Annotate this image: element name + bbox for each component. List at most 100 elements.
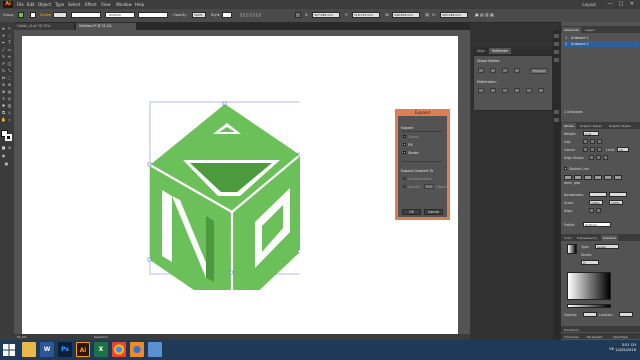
- artboard-tool-icon[interactable]: ⧉: [1, 110, 6, 115]
- trim-button[interactable]: [490, 88, 496, 93]
- firefox-icon[interactable]: [130, 342, 144, 357]
- arrange-icons[interactable]: ▣ ▤ ▥ ▦: [475, 12, 515, 18]
- tab-align[interactable]: Align: [474, 48, 488, 54]
- divide-button[interactable]: [478, 88, 484, 93]
- close-button[interactable]: ✕: [627, 1, 637, 8]
- width-tool-icon[interactable]: ⋈: [1, 75, 6, 80]
- menu-type[interactable]: Type: [55, 2, 64, 7]
- end-arrowhead-dropdown[interactable]: [609, 192, 627, 197]
- direct-selection-tool-icon[interactable]: ↖: [7, 26, 12, 31]
- specify-objects-field[interactable]: 255: [424, 184, 434, 189]
- cancel-button[interactable]: Cancel: [424, 209, 443, 215]
- menu-effect[interactable]: Effect: [85, 2, 97, 7]
- tab-artboards[interactable]: Artboards: [562, 27, 581, 33]
- word-icon[interactable]: W: [40, 342, 54, 357]
- gradient-angle-field[interactable]: 0°: [581, 260, 599, 265]
- gradient-location-field[interactable]: [619, 312, 633, 317]
- arrow-align-2-button[interactable]: [596, 208, 601, 213]
- h-field[interactable]: 205.228 mm: [440, 12, 468, 18]
- draw-mode-icon[interactable]: ◉: [1, 153, 6, 158]
- illustrator-icon[interactable]: Ai: [76, 342, 90, 357]
- opacity-label[interactable]: Opacity: [173, 13, 186, 17]
- menu-object[interactable]: Object: [38, 2, 51, 7]
- eyedropper-tool-icon[interactable]: ⌽: [1, 96, 6, 101]
- screen-mode-icon[interactable]: ▣: [4, 161, 9, 166]
- mesh-tool-icon[interactable]: ⊠: [1, 89, 6, 94]
- gap-2-field[interactable]: [594, 175, 602, 180]
- symbols-panel-icon[interactable]: [554, 58, 559, 62]
- zoom-tool-icon[interactable]: ⌕: [7, 117, 12, 122]
- input-language[interactable]: VK: [609, 347, 614, 351]
- graphic-style-swatch[interactable]: [222, 12, 232, 18]
- tab-layers[interactable]: Layers: [583, 27, 597, 33]
- fill-checkbox[interactable]: ✓: [403, 143, 407, 147]
- transform-reference-icon[interactable]: [295, 12, 301, 18]
- zoom-level[interactable]: 51.2%: [17, 335, 27, 339]
- menu-window[interactable]: Window: [116, 2, 132, 7]
- anchor-point[interactable]: [147, 257, 152, 262]
- projecting-cap-button[interactable]: [597, 139, 602, 144]
- hand-tool-icon[interactable]: ✋: [1, 117, 6, 122]
- crop-button[interactable]: [514, 88, 520, 93]
- gradient-swatch[interactable]: [567, 244, 577, 254]
- pencil-tool-icon[interactable]: ✏: [7, 54, 12, 59]
- blob-brush-tool-icon[interactable]: ✐: [1, 61, 6, 66]
- w-field[interactable]: 246.878 mm: [392, 12, 420, 18]
- none-mode-icon[interactable]: ⊘: [7, 145, 12, 150]
- appearance-panel-icon[interactable]: [554, 110, 559, 114]
- menu-edit[interactable]: Edit: [27, 2, 35, 7]
- align-outside-button[interactable]: [603, 155, 608, 160]
- workspace-switcher[interactable]: Layout: [582, 2, 596, 7]
- align-center-button[interactable]: [589, 155, 594, 160]
- anchor-point[interactable]: [147, 162, 152, 167]
- object-checkbox[interactable]: [403, 135, 406, 138]
- menu-file[interactable]: File: [17, 2, 24, 7]
- chrome-icon[interactable]: [112, 342, 126, 357]
- shape-builder-tool-icon[interactable]: ⊕: [1, 82, 6, 87]
- gradient-tool-icon[interactable]: ▤: [7, 89, 12, 94]
- color-panel-icon[interactable]: [554, 34, 559, 38]
- folder-icon[interactable]: [22, 342, 36, 357]
- selection-tool-icon[interactable]: ➤: [1, 26, 6, 31]
- color-mode-icon[interactable]: ■: [1, 145, 6, 150]
- dash-3-field[interactable]: [604, 175, 612, 180]
- minus-back-button[interactable]: [538, 88, 544, 93]
- perspective-grid-tool-icon[interactable]: ⊞: [7, 82, 12, 87]
- menu-view[interactable]: View: [101, 2, 111, 7]
- slice-tool-icon[interactable]: ◇: [7, 110, 12, 115]
- cube-artwork[interactable]: [130, 90, 300, 290]
- system-clock[interactable]: 3:51 CH 12/05/2016: [615, 343, 636, 353]
- miter-join-button[interactable]: [583, 147, 588, 152]
- unite-button[interactable]: [478, 68, 484, 73]
- gradient-preview[interactable]: [567, 272, 611, 300]
- paintbrush-tool-icon[interactable]: ✎: [1, 54, 6, 59]
- anchor-point[interactable]: [297, 249, 300, 254]
- paint-icon[interactable]: [148, 342, 162, 357]
- tab-gradient[interactable]: Gradient: [601, 235, 619, 241]
- free-transform-tool-icon[interactable]: ⬚: [7, 75, 12, 80]
- menu-select[interactable]: Select: [68, 2, 80, 7]
- swatches-panel-icon[interactable]: [554, 42, 559, 46]
- stroke-label[interactable]: Stroke: [40, 13, 51, 17]
- scale-end-field[interactable]: 100%: [609, 200, 623, 205]
- intersect-button[interactable]: [502, 68, 508, 73]
- dash-2-field[interactable]: [584, 175, 592, 180]
- round-join-button[interactable]: [590, 147, 595, 152]
- exclude-button[interactable]: [514, 68, 520, 73]
- merge-button[interactable]: [502, 88, 508, 93]
- gradient-mesh-radio[interactable]: [403, 177, 406, 180]
- stroke-color-box[interactable]: [5, 134, 12, 141]
- minimize-button[interactable]: —: [605, 1, 615, 8]
- scale-tool-icon[interactable]: ⤡: [7, 68, 12, 73]
- pathfinder-expand-button[interactable]: Expand: [530, 68, 548, 74]
- menu-help[interactable]: Help: [135, 2, 144, 7]
- windows-start-icon[interactable]: [3, 344, 15, 356]
- layers-panel-icon[interactable]: [554, 118, 559, 122]
- opacity-field[interactable]: 100%: [192, 12, 206, 18]
- scale-start-field[interactable]: 100%: [589, 200, 603, 205]
- weight-field[interactable]: 1 pt: [583, 131, 599, 136]
- butt-cap-button[interactable]: [583, 139, 588, 144]
- tab-pathfinder[interactable]: Pathfinder: [489, 48, 512, 54]
- artboard-row-2[interactable]: 2 Artboard 2: [563, 41, 639, 47]
- blend-tool-icon[interactable]: ◎: [7, 96, 12, 101]
